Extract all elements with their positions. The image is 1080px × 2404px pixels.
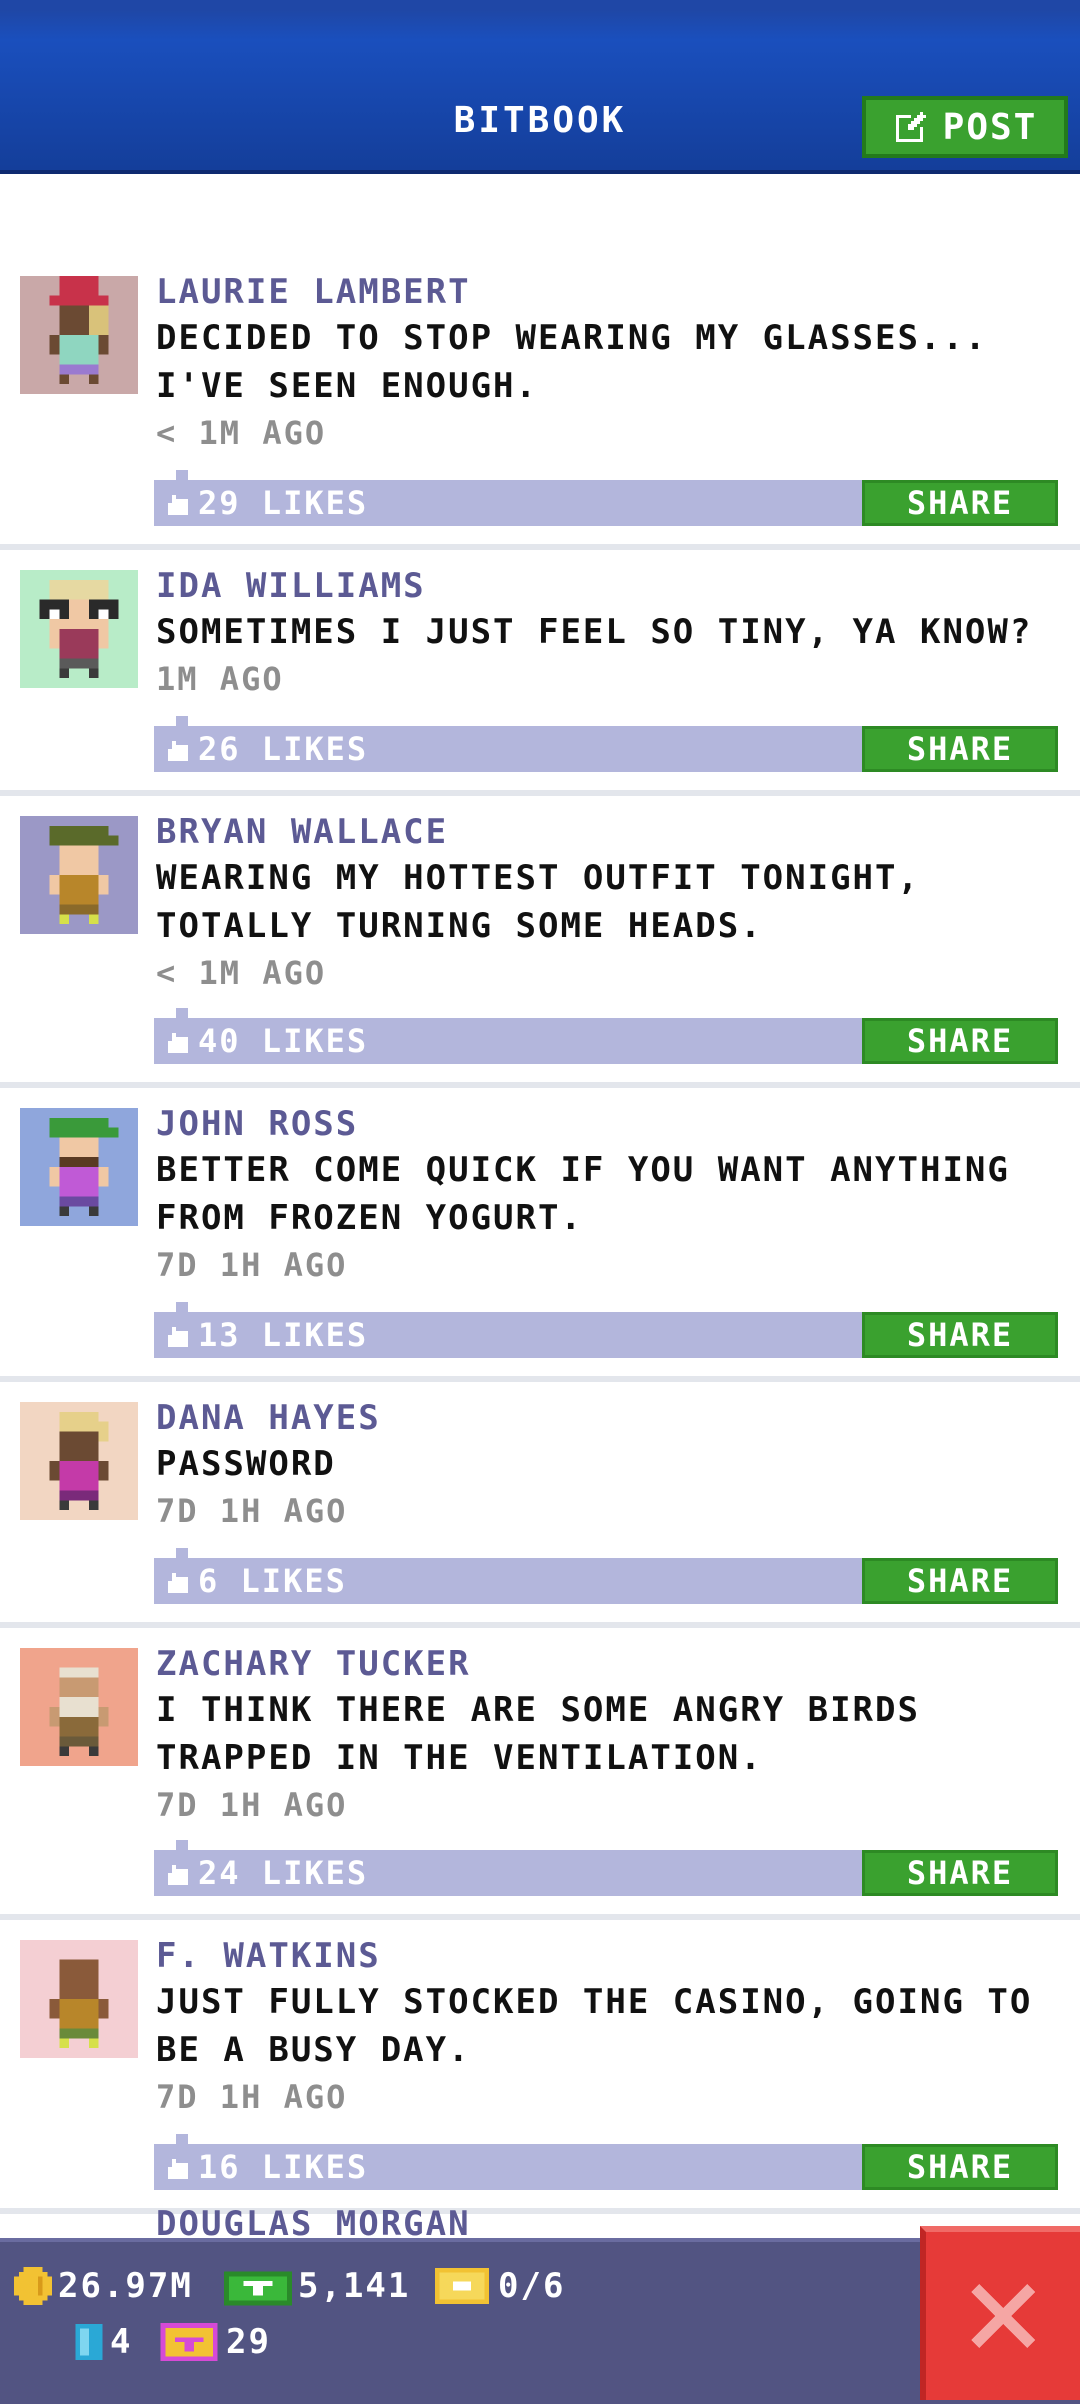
- post-author[interactable]: BRYAN WALLACE: [156, 810, 1062, 854]
- avatar: [20, 276, 138, 394]
- likes-count: 16 LIKES: [198, 2148, 369, 2186]
- post-author[interactable]: IDA WILLIAMS: [156, 564, 1062, 608]
- post-time: 7D 1H AGO: [156, 1492, 348, 1530]
- thumbs-up-icon: [168, 1573, 188, 1593]
- likes-bar: 16 LIKES SHARE: [154, 2134, 1058, 2190]
- vip-stat: 29: [158, 2322, 271, 2362]
- post-time: 7D 1H AGO: [156, 1786, 348, 1824]
- feed-post: BRYAN WALLACE WEARING MY HOTTEST OUTFIT …: [0, 796, 1080, 1088]
- keys-value: 4: [110, 2322, 133, 2362]
- thumbs-up-icon: [168, 1033, 188, 1053]
- avatar: [20, 1940, 138, 2058]
- post-time: < 1M AGO: [156, 954, 327, 992]
- share-button[interactable]: SHARE: [862, 2144, 1058, 2190]
- share-button[interactable]: SHARE: [862, 1558, 1058, 1604]
- post-button[interactable]: POST: [862, 96, 1068, 158]
- likes-bar: 29 LIKES SHARE: [154, 470, 1058, 526]
- feed-post: ZACHARY TUCKER I THINK THERE ARE SOME AN…: [0, 1628, 1080, 1920]
- avatar: [20, 1402, 138, 1520]
- likes-count: 13 LIKES: [198, 1316, 369, 1354]
- bux-value: 5,141: [298, 2266, 411, 2306]
- likes-count: 26 LIKES: [198, 730, 369, 768]
- share-button[interactable]: SHARE: [862, 1018, 1058, 1064]
- likes-bar: 6 LIKES SHARE: [154, 1548, 1058, 1604]
- post-time: < 1M AGO: [156, 414, 327, 452]
- coins-value: 26.97M: [58, 2266, 193, 2306]
- likes-bar: 40 LIKES SHARE: [154, 1008, 1058, 1064]
- share-button[interactable]: SHARE: [862, 1850, 1058, 1896]
- post-text: BETTER COME QUICK IF YOU WANT ANYTHING F…: [156, 1150, 1010, 1238]
- share-button[interactable]: SHARE: [862, 480, 1058, 526]
- tickets-stat: 0/6: [432, 2266, 565, 2306]
- post-text: DECIDED TO STOP WEARING MY GLASSES... I'…: [156, 318, 988, 406]
- status-bar: 26.97M 5,141 0/6 4 29: [0, 2238, 1080, 2404]
- vip-value: 29: [226, 2322, 271, 2362]
- thumbs-up-icon: [168, 1327, 188, 1347]
- avatar: [20, 570, 138, 688]
- thumbs-up-icon: [168, 495, 188, 515]
- bux-icon: [224, 2271, 292, 2306]
- close-button[interactable]: [920, 2226, 1080, 2400]
- post-author[interactable]: JOHN ROSS: [156, 1102, 1062, 1146]
- likes-bar: 13 LIKES SHARE: [154, 1302, 1058, 1358]
- coin-icon: [14, 2267, 52, 2305]
- likes-count: 24 LIKES: [198, 1854, 369, 1892]
- bux-stat: 5,141: [224, 2266, 410, 2306]
- post-author[interactable]: ZACHARY TUCKER: [156, 1642, 1062, 1686]
- keys-stat: 4: [74, 2322, 132, 2362]
- post-author[interactable]: F. WATKINS: [156, 1934, 1062, 1978]
- thumbs-up-icon: [168, 741, 188, 761]
- likes-count: 6 LIKES: [198, 1562, 347, 1600]
- coins-stat: 26.97M: [14, 2266, 193, 2306]
- post-time: 7D 1H AGO: [156, 1246, 348, 1284]
- likes-count: 40 LIKES: [198, 1022, 369, 1060]
- thumbs-up-icon: [168, 1865, 188, 1885]
- post-author[interactable]: LAURIE LAMBERT: [156, 270, 1062, 314]
- avatar: [20, 816, 138, 934]
- close-icon: [971, 2284, 1035, 2348]
- feed-list[interactable]: LAURIE LAMBERT DECIDED TO STOP WEARING M…: [0, 256, 1080, 2214]
- key-icon: [75, 2324, 103, 2360]
- vip-ticket-icon: [160, 2323, 218, 2361]
- likes-count: 29 LIKES: [198, 484, 369, 522]
- feed-post: JOHN ROSS BETTER COME QUICK IF YOU WANT …: [0, 1088, 1080, 1382]
- share-button[interactable]: SHARE: [862, 1312, 1058, 1358]
- post-text: WEARING MY HOTTEST OUTFIT TONIGHT, TOTAL…: [156, 858, 920, 946]
- ticket-icon: [435, 2268, 489, 2304]
- feed-post: F. WATKINS JUST FULLY STOCKED THE CASINO…: [0, 1920, 1080, 2214]
- tickets-value: 0/6: [498, 2266, 566, 2306]
- post-author[interactable]: DANA HAYES: [156, 1396, 1062, 1440]
- post-text: SOMETIMES I JUST FEEL SO TINY, YA KNOW?: [156, 612, 1033, 652]
- likes-bar: 24 LIKES SHARE: [154, 1840, 1058, 1896]
- post-text: I THINK THERE ARE SOME ANGRY BIRDS TRAPP…: [156, 1690, 920, 1778]
- post-button-label: POST: [942, 106, 1038, 148]
- likes-bar: 26 LIKES SHARE: [154, 716, 1058, 772]
- feed-post: DANA HAYES PASSWORD 7D 1H AGO 6 LIKES SH…: [0, 1382, 1080, 1628]
- app-header: BITBOOK POST: [0, 0, 1080, 174]
- share-button[interactable]: SHARE: [862, 726, 1058, 772]
- avatar: [20, 1648, 138, 1766]
- thumbs-up-icon: [168, 2159, 188, 2179]
- post-text: JUST FULLY STOCKED THE CASINO, GOING TO …: [156, 1982, 1033, 2070]
- post-text: PASSWORD: [156, 1444, 336, 1484]
- post-time: 1M AGO: [156, 660, 284, 698]
- edit-icon: [895, 112, 926, 142]
- feed-post: LAURIE LAMBERT DECIDED TO STOP WEARING M…: [0, 256, 1080, 550]
- avatar: [20, 1108, 138, 1226]
- feed-post: IDA WILLIAMS SOMETIMES I JUST FEEL SO TI…: [0, 550, 1080, 796]
- post-time: 7D 1H AGO: [156, 2078, 348, 2116]
